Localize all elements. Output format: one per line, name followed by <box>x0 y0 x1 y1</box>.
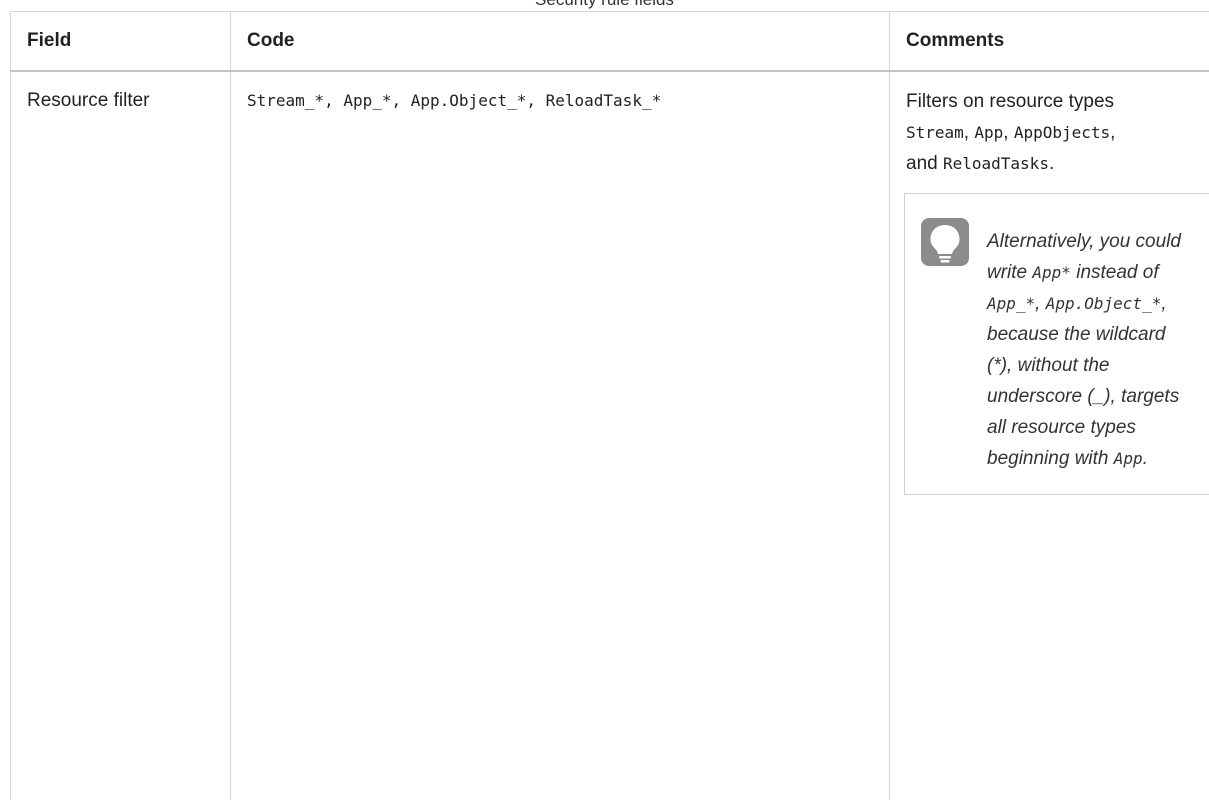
tip-c1: App* <box>1032 263 1071 282</box>
field-value: Resource filter <box>27 90 150 111</box>
tip-c3: App.Object_* <box>1046 294 1162 313</box>
comment-period: . <box>1049 153 1054 174</box>
comment-sep-1: , <box>964 122 975 143</box>
tip-c2: App_* <box>987 294 1035 313</box>
lightbulb-icon <box>921 218 969 266</box>
field-cell: Resource filter <box>11 71 231 800</box>
code-value: Stream_*, App_*, App.Object_*, ReloadTas… <box>247 91 661 110</box>
table-caption: Security rule fields <box>0 0 1209 10</box>
tip-t3: , <box>1035 293 1046 314</box>
comments-cell: Filters on resource types Stream, App, A… <box>890 71 1209 800</box>
code-cell: Stream_*, App_*, App.Object_*, ReloadTas… <box>231 71 890 800</box>
type-appobjects: AppObjects <box>1014 123 1110 142</box>
type-stream: Stream <box>906 123 964 142</box>
tip-c4: App <box>1114 449 1143 468</box>
tip-t2: instead of <box>1071 262 1159 283</box>
comment-text: Filters on resource types Stream, App, A… <box>906 86 1204 179</box>
tip-box: Alternatively, you could write App* inst… <box>904 193 1209 495</box>
table-header-row: Field Code Comments <box>11 12 1209 72</box>
comment-and: and <box>906 153 943 174</box>
table-row: Resource filter Stream_*, App_*, App.Obj… <box>11 71 1209 800</box>
security-rule-fields-table: Field Code Comments Resource filter Stre… <box>10 11 1209 800</box>
header-field: Field <box>11 12 231 72</box>
header-code: Code <box>231 12 890 72</box>
type-app: App <box>974 123 1003 142</box>
comment-intro: Filters on resource types <box>906 91 1114 112</box>
comment-sep-2: , <box>1003 122 1014 143</box>
header-comments: Comments <box>890 12 1209 72</box>
tip-t4: , because the wildcard (*), without the … <box>987 293 1179 469</box>
type-reloadtasks: ReloadTasks <box>943 154 1049 173</box>
tip-text: Alternatively, you could write App* inst… <box>987 214 1187 474</box>
comment-sep-3: , <box>1110 122 1115 143</box>
tip-t5: . <box>1143 448 1148 469</box>
